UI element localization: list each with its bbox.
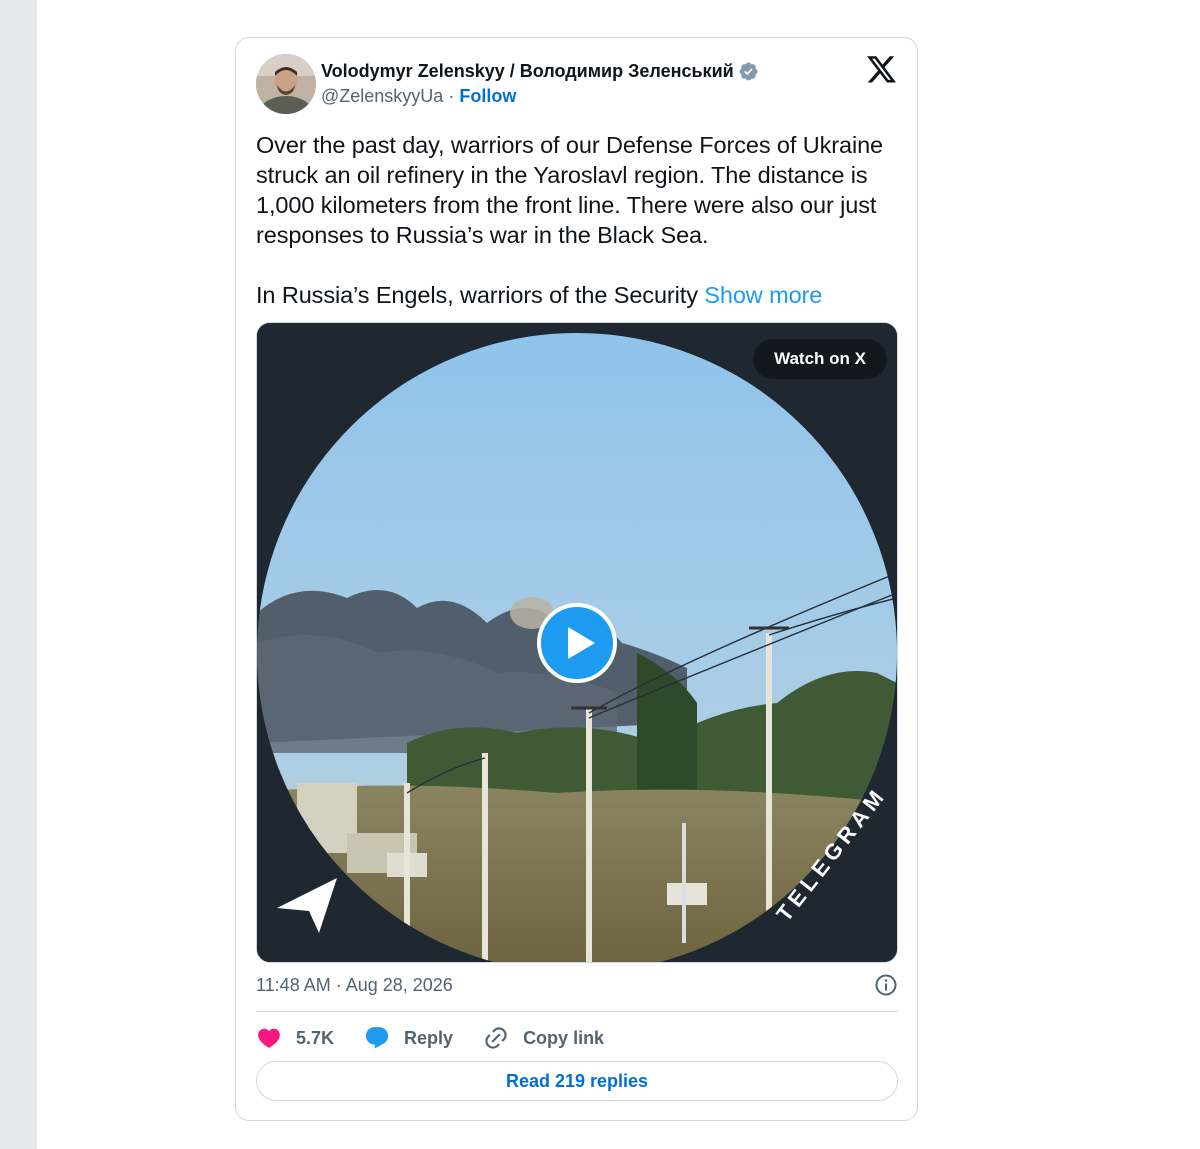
avatar-photo: [256, 54, 316, 114]
tweet-paragraph: Over the past day, warriors of our Defen…: [256, 132, 884, 248]
author-display-name[interactable]: Volodymyr Zelenskyy / Володимир Зеленськ…: [321, 60, 734, 82]
author-handle[interactable]: @ZelenskyyUa: [321, 86, 443, 106]
tweet-embed-card: Volodymyr Zelenskyy / Володимир Зеленськ…: [235, 37, 918, 1121]
copy-link-label: Copy link: [523, 1027, 605, 1048]
copy-link-button[interactable]: Copy link: [483, 1025, 604, 1051]
watch-on-x-button[interactable]: Watch on X: [753, 339, 887, 379]
reply-button[interactable]: Reply: [364, 1025, 453, 1051]
author-name-row[interactable]: Volodymyr Zelenskyy / Володимир Зеленськ…: [321, 60, 759, 82]
author-info: Volodymyr Zelenskyy / Володимир Зеленськ…: [321, 60, 759, 108]
handle-separator: ·: [448, 86, 455, 106]
play-icon[interactable]: [535, 601, 619, 685]
tweet-paragraph-text: In Russia’s Engels, warriors of the Secu…: [256, 282, 705, 308]
info-icon[interactable]: [874, 973, 898, 997]
tweet-timestamp[interactable]: 11:48 AM · Aug 28, 2026: [256, 975, 453, 995]
reply-label: Reply: [404, 1027, 454, 1048]
video-media[interactable]: TELEGRAM Watch on X: [256, 322, 898, 963]
divider: [256, 1011, 898, 1012]
verified-badge-icon: [739, 62, 758, 80]
left-background-strip: [0, 0, 37, 1149]
avatar[interactable]: [256, 54, 316, 114]
speech-bubble-icon: [365, 1027, 389, 1049]
show-more-link[interactable]: Show more: [704, 282, 822, 308]
like-button[interactable]: 5.7K: [256, 1025, 334, 1051]
heart-icon: [258, 1028, 280, 1048]
follow-button[interactable]: Follow: [459, 86, 516, 106]
tweet-header: Volodymyr Zelenskyy / Володимир Зеленськ…: [256, 54, 897, 114]
handle-row: @ZelenskyyUa · Follow: [321, 84, 759, 108]
likes-count: 5.7K: [296, 1027, 335, 1048]
tweet-paragraph-truncated: In Russia’s Engels, warriors of the Secu…: [256, 280, 901, 310]
x-logo-icon[interactable]: [867, 56, 897, 84]
tweet-text: Over the past day, warriors of our Defen…: [256, 130, 901, 310]
read-replies-button[interactable]: Read 219 replies: [256, 1061, 898, 1101]
action-bar: 5.7K Reply Copy link: [256, 1022, 604, 1054]
timestamp-row: 11:48 AM · Aug 28, 2026: [256, 972, 898, 998]
link-icon: [485, 1027, 507, 1049]
